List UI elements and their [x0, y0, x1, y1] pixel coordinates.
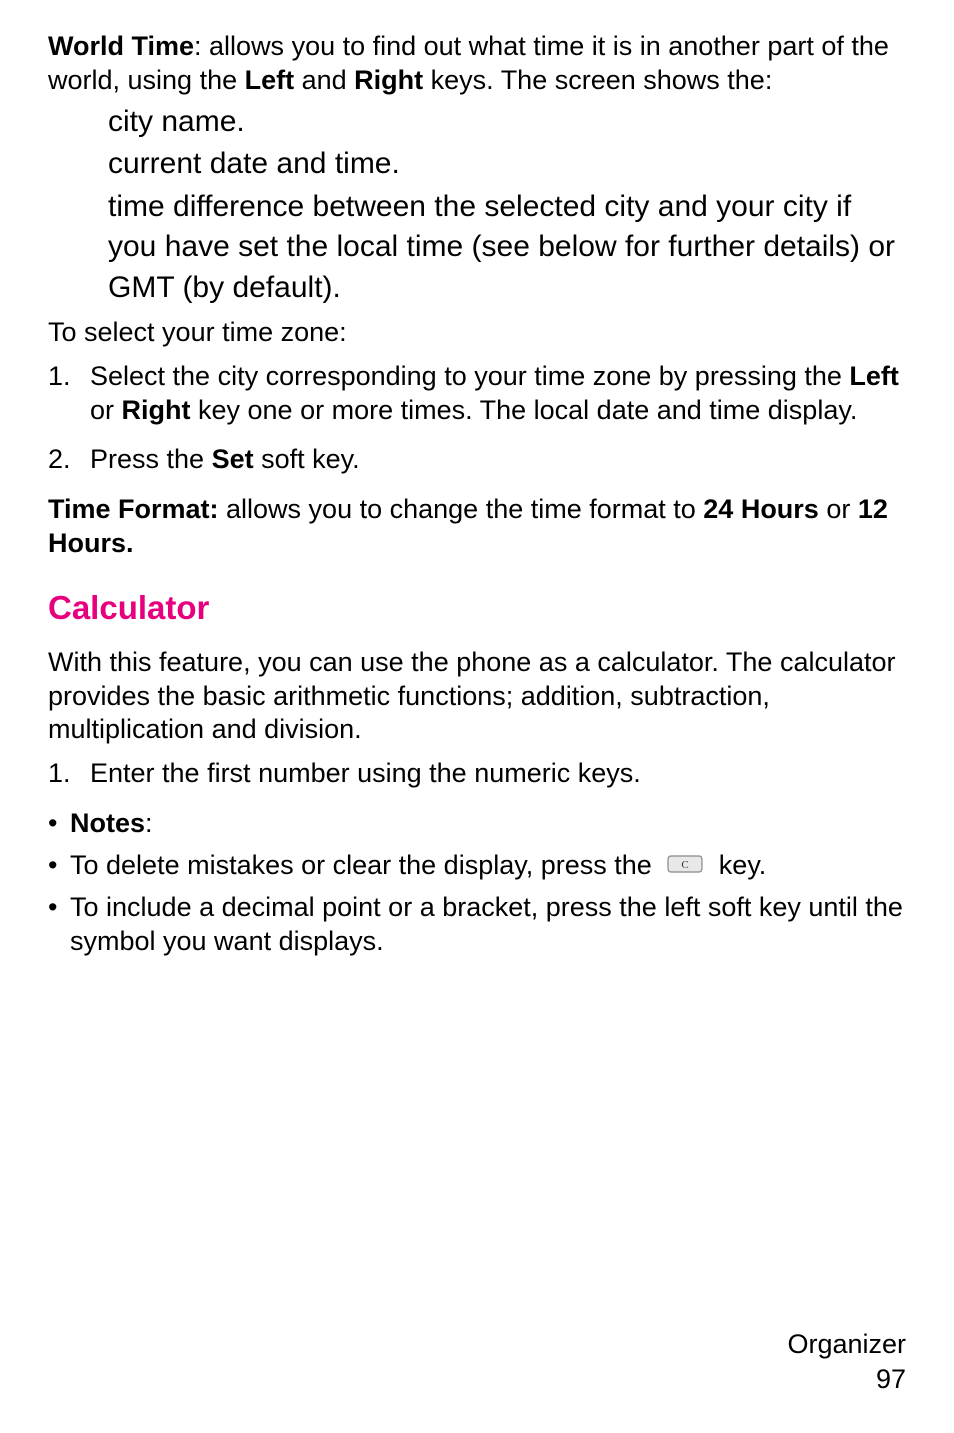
list-item: city name. — [108, 102, 906, 143]
note-1: • To delete mistakes or clear the displa… — [48, 849, 906, 884]
svg-text:C: C — [682, 859, 689, 871]
text: key. — [719, 850, 767, 880]
notes-label: Notes — [70, 808, 145, 838]
world-time-paragraph: World Time: allows you to find out what … — [48, 30, 906, 98]
footer-section: Organizer — [787, 1327, 906, 1362]
left-key-label: Left — [849, 361, 899, 391]
text: or — [90, 395, 122, 425]
text: : — [145, 808, 153, 838]
step-text: Press the Set soft key. — [90, 443, 906, 477]
text: Press the — [90, 444, 212, 474]
list-item: time difference between the selected cit… — [108, 187, 906, 309]
world-time-label: World Time — [48, 31, 194, 61]
note-text: To delete mistakes or clear the display,… — [70, 849, 906, 884]
text: To delete mistakes or clear the display,… — [70, 850, 659, 880]
step-number: 2. — [48, 443, 90, 477]
clear-key-icon: C — [665, 850, 705, 884]
select-timezone-intro: To select your time zone: — [48, 316, 906, 350]
text: key one or more times. The local date an… — [191, 395, 858, 425]
set-key-label: Set — [212, 444, 254, 474]
24-hours-label: 24 Hours — [703, 494, 819, 524]
calculator-steps: 1. Enter the first number using the nume… — [48, 757, 906, 791]
calculator-intro: With this feature, you can use the phone… — [48, 646, 906, 747]
list-item: current date and time. — [108, 144, 906, 185]
step-number: 1. — [48, 360, 90, 428]
text: keys. The screen shows the: — [423, 65, 772, 95]
step-text: Select the city corresponding to your ti… — [90, 360, 906, 428]
notes-label-wrap: Notes: — [70, 807, 906, 841]
calculator-heading: Calculator — [48, 587, 906, 628]
right-key-label: Right — [122, 395, 191, 425]
left-key-label: Left — [245, 65, 295, 95]
time-format-paragraph: Time Format: allows you to change the ti… — [48, 493, 906, 561]
right-key-label: Right — [354, 65, 423, 95]
text: and — [294, 65, 354, 95]
step-2: 2. Press the Set soft key. — [48, 443, 906, 477]
text: soft key. — [254, 444, 360, 474]
note-text: To include a decimal point or a bracket,… — [70, 891, 906, 959]
footer-page-number: 97 — [787, 1362, 906, 1397]
notes-header: • Notes: — [48, 807, 906, 841]
time-format-label: Time Format: — [48, 494, 219, 524]
step-1: 1. Select the city corresponding to your… — [48, 360, 906, 428]
page-footer: Organizer 97 — [787, 1327, 906, 1397]
bullet-dot: • — [48, 891, 70, 925]
text: Select the city corresponding to your ti… — [90, 361, 849, 391]
note-2: • To include a decimal point or a bracke… — [48, 891, 906, 959]
step-number: 1. — [48, 757, 90, 791]
screen-shows-list: city name. current date and time. time d… — [48, 102, 906, 309]
calc-step-1: 1. Enter the first number using the nume… — [48, 757, 906, 791]
text: allows you to change the time format to — [219, 494, 704, 524]
timezone-steps: 1. Select the city corresponding to your… — [48, 360, 906, 477]
text: or — [819, 494, 858, 524]
bullet-dot: • — [48, 849, 70, 883]
step-text: Enter the first number using the numeric… — [90, 757, 906, 791]
bullet-dot: • — [48, 807, 70, 841]
